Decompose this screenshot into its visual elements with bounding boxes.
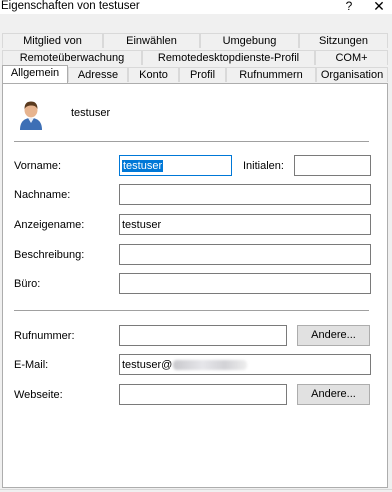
anzeigename-field[interactable]: testuser — [119, 214, 371, 235]
beschreibung-field[interactable] — [119, 244, 371, 265]
andere-rufnummer-button[interactable]: Andere... — [297, 325, 370, 346]
beschreibung-label: Beschreibung: — [14, 249, 85, 261]
initialen-field[interactable] — [294, 155, 371, 176]
title-bar: Eigenschaften von testuser ? ✕ — [0, 0, 392, 14]
tab-row-2: Remoteüberwachung Remotedesktopdienste-P… — [2, 50, 388, 66]
email-field[interactable]: testuser@ — [119, 354, 371, 375]
tab-profil[interactable]: Profil — [179, 67, 226, 82]
rufnummer-field[interactable] — [119, 325, 287, 346]
tab-remoteueberwachung[interactable]: Remoteüberwachung — [2, 50, 142, 65]
andere-webseite-button[interactable]: Andere... — [297, 384, 370, 405]
tab-sitzungen[interactable]: Sitzungen — [299, 33, 388, 48]
tab-allgemein[interactable]: Allgemein — [2, 65, 68, 83]
tab-mitglied-von[interactable]: Mitglied von — [2, 33, 103, 48]
vorname-field[interactable]: testuser — [119, 155, 232, 176]
email-domain-redacted — [173, 360, 248, 371]
anzeigename-label: Anzeigename: — [14, 219, 85, 231]
dialog-bottom-edge — [0, 489, 392, 490]
tab-umgebung[interactable]: Umgebung — [200, 33, 299, 48]
tab-com-plus[interactable]: COM+ — [315, 50, 388, 65]
webseite-label: Webseite: — [14, 389, 63, 401]
email-label: E-Mail: — [14, 359, 49, 371]
buero-label: Büro: — [14, 278, 41, 290]
tab-row-1: Mitglied von Einwählen Umgebung Sitzunge… — [2, 33, 388, 49]
initialen-label: Initialen: — [243, 160, 284, 172]
tab-einwaehlen[interactable]: Einwählen — [103, 33, 200, 48]
email-value: testuser@ — [122, 359, 173, 371]
user-avatar-icon — [20, 101, 42, 130]
help-icon[interactable]: ? — [341, 0, 357, 13]
nachname-label: Nachname: — [14, 189, 71, 201]
tab-konto[interactable]: Konto — [128, 67, 179, 82]
window-title: Eigenschaften von testuser — [1, 0, 140, 12]
tab-rufnummern[interactable]: Rufnummern — [226, 67, 316, 82]
vorname-value: testuser — [122, 160, 164, 172]
vorname-label: Vorname: — [14, 160, 62, 172]
tab-adresse[interactable]: Adresse — [68, 67, 128, 82]
separator-1 — [14, 141, 369, 142]
tab-row-3: Allgemein Adresse Konto Profil Rufnummer… — [2, 65, 388, 83]
nachname-field[interactable] — [119, 184, 371, 205]
rufnummer-label: Rufnummer: — [14, 330, 75, 342]
close-icon[interactable]: ✕ — [369, 0, 389, 15]
webseite-field[interactable] — [119, 384, 287, 405]
user-display-name: testuser — [71, 107, 111, 119]
tab-organisation[interactable]: Organisation — [316, 67, 388, 82]
tab-remotedesktopdienste-profil[interactable]: Remotedesktopdienste-Profil — [142, 50, 315, 65]
buero-field[interactable] — [119, 273, 371, 294]
separator-2 — [14, 310, 369, 311]
